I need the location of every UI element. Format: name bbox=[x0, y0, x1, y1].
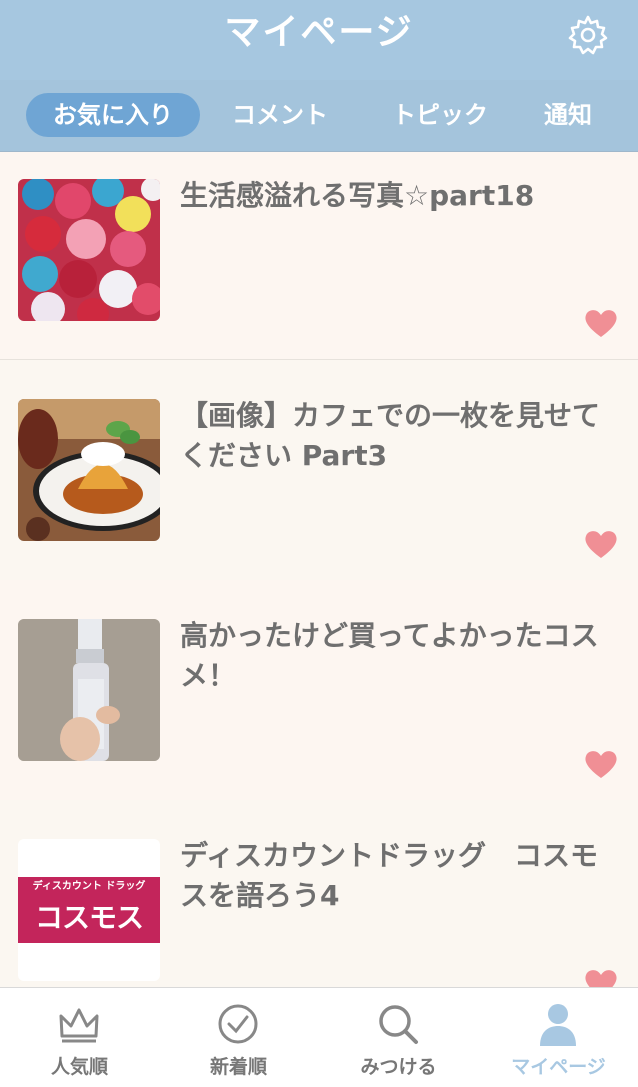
item-title: 【画像】カフェでの一枚を見せてください Part3 bbox=[180, 399, 601, 472]
thumbnail-logo: ディスカウント ドラッグ コスモス bbox=[18, 839, 160, 981]
person-icon bbox=[540, 1004, 576, 1046]
heart-icon[interactable] bbox=[584, 749, 618, 779]
heart-icon[interactable] bbox=[584, 308, 618, 338]
list-item[interactable]: 高かったけど買ってよかったコスメ！ bbox=[0, 580, 638, 801]
nav-find[interactable]: みつける bbox=[319, 988, 478, 1087]
bottom-nav: 人気順 新着順 みつける マイページ bbox=[0, 987, 638, 1087]
nav-label: みつける bbox=[360, 1056, 437, 1078]
thumbnail-pudding bbox=[18, 399, 160, 541]
item-title: 生活感溢れる写真☆part18 bbox=[180, 179, 535, 212]
nav-new[interactable]: 新着順 bbox=[159, 988, 318, 1087]
tab-topics[interactable]: トピック bbox=[378, 93, 502, 137]
nav-mypage[interactable]: マイページ bbox=[479, 988, 638, 1087]
list-item[interactable]: 【画像】カフェでの一枚を見せてください Part3 bbox=[0, 360, 638, 581]
thumbnail-flowers bbox=[18, 179, 160, 321]
app-header: マイページ bbox=[0, 0, 638, 80]
tab-comments[interactable]: コメント bbox=[218, 93, 342, 137]
item-title: ディスカウントドラッグ コスモスを語ろう4 bbox=[180, 839, 599, 912]
thumbnail-bottle bbox=[18, 619, 160, 761]
clock-icon bbox=[218, 1004, 258, 1044]
heart-icon[interactable] bbox=[584, 529, 618, 559]
logo-big-text: コスモス bbox=[34, 901, 144, 934]
logo-band: ディスカウント ドラッグ コスモス bbox=[18, 877, 160, 943]
logo-small-text: ディスカウント ドラッグ bbox=[32, 881, 146, 892]
nav-label: 人気順 bbox=[50, 1056, 108, 1078]
nav-label: 新着順 bbox=[209, 1056, 267, 1078]
list-item[interactable]: ディスカウント ドラッグ コスモス ディスカウントドラッグ コスモスを語ろう4 bbox=[0, 800, 638, 997]
crown-icon bbox=[59, 1008, 99, 1043]
page-title: マイページ bbox=[224, 12, 414, 53]
search-icon bbox=[379, 1005, 418, 1044]
gear-icon[interactable] bbox=[566, 13, 610, 57]
list-item[interactable]: 生活感溢れる写真☆part18 bbox=[0, 152, 638, 360]
tab-notifications[interactable]: 通知 bbox=[528, 93, 608, 137]
nav-popular[interactable]: 人気順 bbox=[0, 988, 159, 1087]
item-title: 高かったけど買ってよかったコスメ！ bbox=[180, 619, 599, 692]
tab-favorites[interactable]: お気に入り bbox=[26, 93, 200, 137]
tab-bar: お気に入り コメント トピック 通知 bbox=[0, 80, 638, 152]
nav-label: マイページ bbox=[511, 1056, 606, 1078]
